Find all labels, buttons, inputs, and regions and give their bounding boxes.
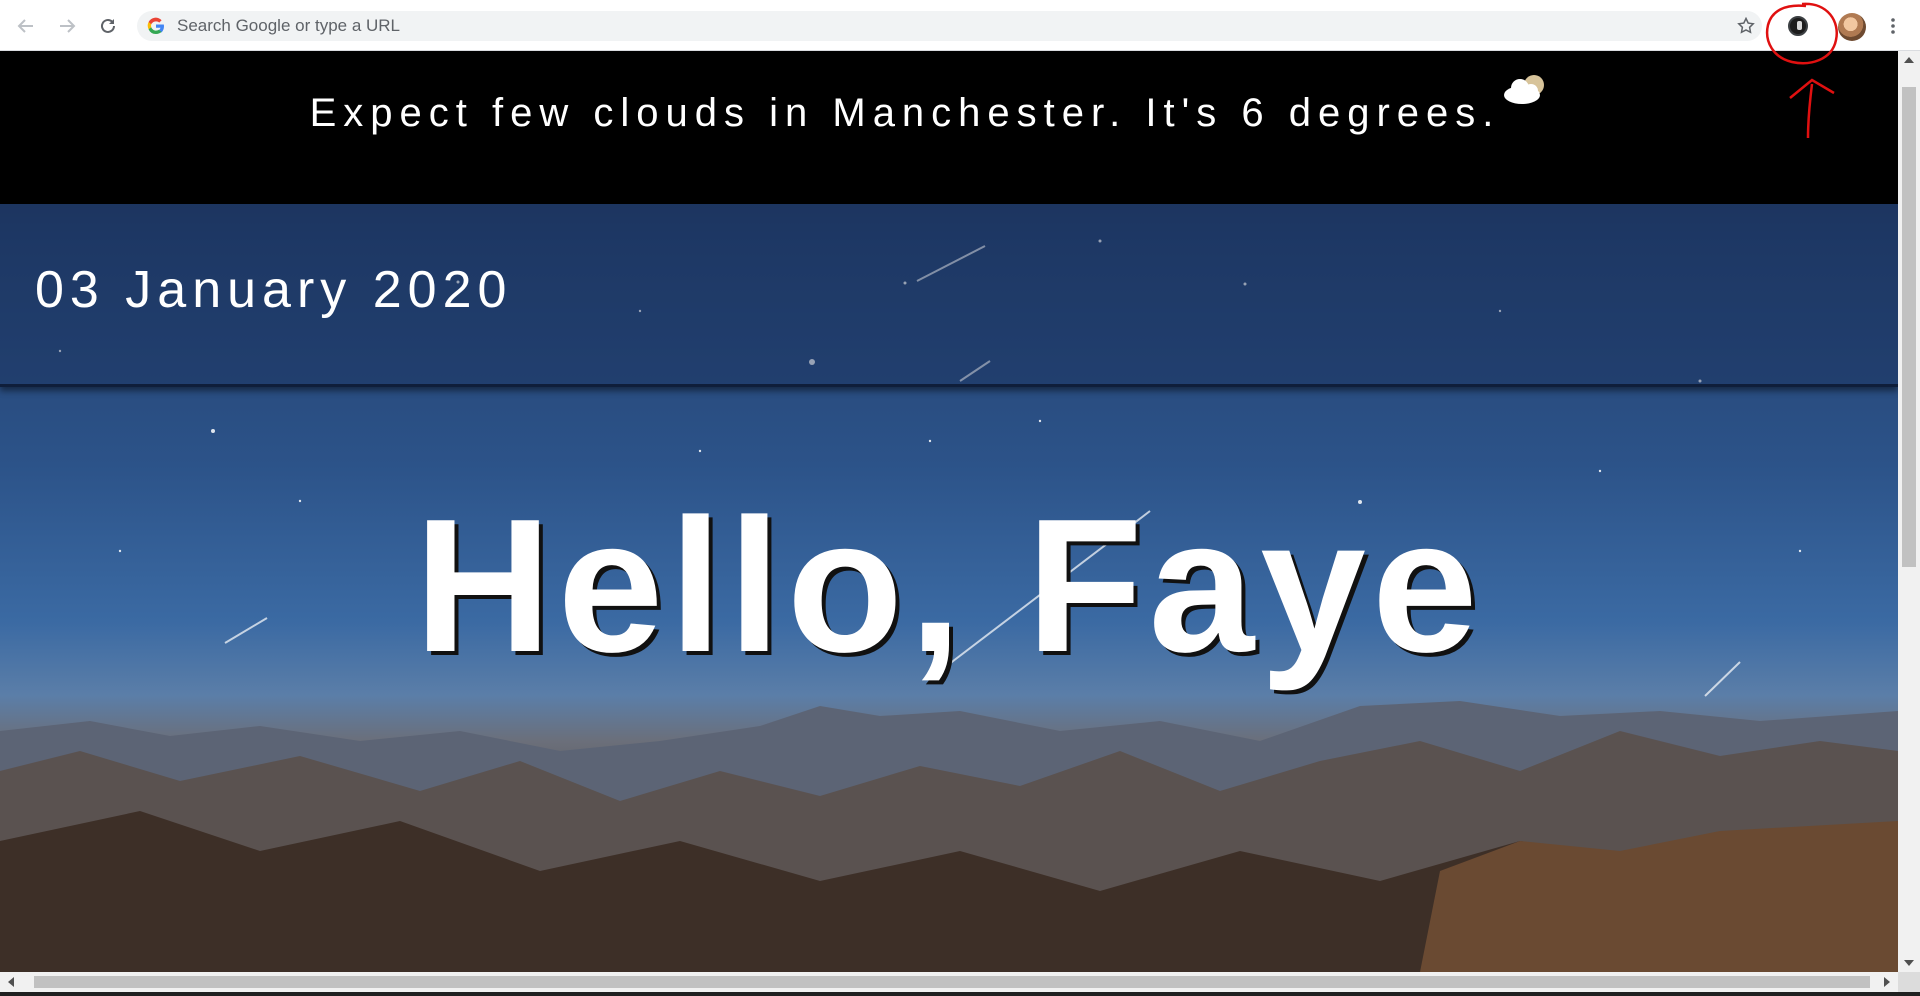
date-display: 03 January 2020 [35,261,513,319]
back-button[interactable] [11,11,41,41]
scroll-left-arrow-icon[interactable] [8,977,14,987]
vertical-scroll-thumb[interactable] [1902,87,1916,567]
extension-button[interactable] [1782,10,1814,42]
scrollbar-corner [1898,972,1920,992]
reload-button[interactable] [93,11,123,41]
scroll-right-arrow-icon[interactable] [1884,977,1890,987]
profile-avatar[interactable] [1838,13,1866,41]
star-icon [1737,17,1755,34]
bookmark-star-button[interactable] [1731,11,1761,41]
browser-toolbar [0,0,1920,51]
weather-banner: Expect few clouds in Manchester. It's 6 … [0,51,1898,204]
horizontal-scrollbar[interactable] [0,972,1898,992]
extension-icon [1788,16,1808,36]
bottom-edge [0,992,1920,996]
few-clouds-icon [1504,75,1544,104]
kebab-menu-icon [1891,18,1895,34]
vertical-scrollbar[interactable] [1898,51,1920,972]
google-g-icon [147,17,164,35]
greeting-heading: Hello, Faye [414,480,1484,692]
omnibox-input[interactable] [177,11,1677,41]
omnibox[interactable] [137,11,1762,41]
arrow-right-icon [60,19,76,33]
scroll-down-arrow-icon[interactable] [1904,960,1914,966]
reload-icon [101,18,115,33]
horizontal-scroll-thumb[interactable] [34,976,1870,988]
scroll-up-arrow-icon[interactable] [1904,57,1914,63]
arrow-left-icon [17,19,33,33]
browser-menu-button[interactable] [1878,11,1908,41]
forward-button[interactable] [52,11,82,41]
new-tab-page: Expect few clouds in Manchester. It's 6 … [0,51,1898,972]
